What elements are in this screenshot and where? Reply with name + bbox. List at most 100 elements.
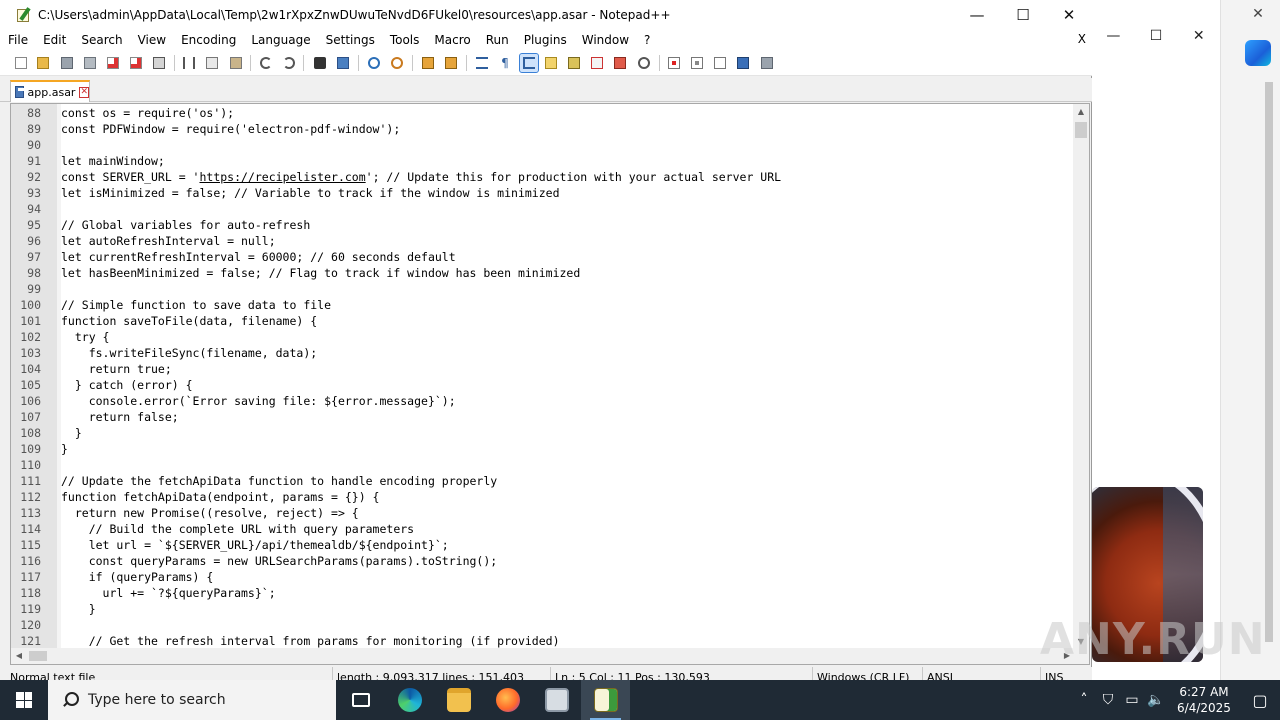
tab-app-asar[interactable]: app.asar ✕ bbox=[10, 80, 90, 102]
code-text[interactable]: const SERVER_URL = 'https://recipelister… bbox=[61, 169, 781, 185]
menu-language[interactable]: Language bbox=[243, 33, 317, 47]
open-file-icon[interactable] bbox=[34, 54, 52, 72]
code-line[interactable]: 114 // Build the complete URL with query… bbox=[11, 521, 1075, 537]
code-text[interactable]: try { bbox=[61, 329, 110, 345]
code-text[interactable]: return true; bbox=[61, 361, 172, 377]
code-line[interactable]: 118 url += `?${queryParams}`; bbox=[11, 585, 1075, 601]
run-macro-multiple-icon[interactable] bbox=[734, 54, 752, 72]
code-text[interactable]: } bbox=[61, 425, 82, 441]
code-line[interactable]: 103 fs.writeFileSync(filename, data); bbox=[11, 345, 1075, 361]
word-wrap-icon[interactable] bbox=[473, 54, 491, 72]
close-all-icon[interactable] bbox=[127, 54, 145, 72]
code-line[interactable]: 101 function saveToFile(data, filename) { bbox=[11, 313, 1075, 329]
taskbar-search-box[interactable]: Type here to search bbox=[48, 680, 336, 720]
start-button[interactable] bbox=[0, 680, 48, 720]
code-text[interactable]: // Build the complete URL with query par… bbox=[61, 521, 414, 537]
user-defined-language-icon[interactable] bbox=[542, 54, 560, 72]
code-line[interactable]: 104 return true; bbox=[11, 361, 1075, 377]
chevron-up-icon[interactable]: ˄ bbox=[1072, 680, 1096, 720]
indent-guide-icon[interactable] bbox=[519, 53, 539, 73]
code-text[interactable]: let isMinimized = false; // Variable to … bbox=[61, 185, 560, 201]
document-map-icon[interactable] bbox=[565, 54, 583, 72]
sidebar-scrollbar-thumb[interactable] bbox=[1265, 82, 1273, 642]
code-text[interactable]: function saveToFile(data, filename) { bbox=[61, 313, 317, 329]
editor-pane[interactable]: 88 const os = require('os'); 89 const PDFWi… bbox=[10, 103, 1090, 665]
code-line[interactable]: 111 // Update the fetchApiData function t… bbox=[11, 473, 1075, 489]
menu-run[interactable]: Run bbox=[478, 33, 516, 47]
paste-icon[interactable] bbox=[227, 54, 245, 72]
task-view-button[interactable] bbox=[336, 680, 385, 720]
volume-icon[interactable]: 🔈 bbox=[1144, 680, 1168, 720]
record-macro-icon[interactable] bbox=[665, 54, 683, 72]
undo-icon[interactable] bbox=[257, 54, 275, 72]
code-text[interactable]: // Simple function to save data to file bbox=[61, 297, 331, 313]
print-icon[interactable] bbox=[150, 54, 168, 72]
horizontal-scrollbar-thumb[interactable] bbox=[29, 651, 47, 661]
playback-macro-icon[interactable] bbox=[711, 54, 729, 72]
menu-file[interactable]: File bbox=[0, 33, 35, 47]
code-text[interactable]: return false; bbox=[61, 409, 179, 425]
code-line[interactable]: 89 const PDFWindow = require('electron-pd… bbox=[11, 121, 1075, 137]
menu-help[interactable]: ? bbox=[636, 33, 657, 47]
taskbar-notepad-plus-plus[interactable] bbox=[581, 680, 630, 720]
code-line[interactable]: 99 bbox=[11, 281, 1075, 297]
security-icon[interactable]: ⛉ bbox=[1096, 680, 1120, 720]
code-text[interactable]: // Update the fetchApiData function to h… bbox=[61, 473, 497, 489]
code-line[interactable]: 121 // Get the refresh interval from par… bbox=[11, 633, 1075, 649]
code-line[interactable]: 108 } bbox=[11, 425, 1075, 441]
code-line[interactable]: 94 bbox=[11, 201, 1075, 217]
function-list-icon[interactable] bbox=[588, 54, 606, 72]
code-text[interactable]: // Get the refresh interval from params … bbox=[61, 633, 560, 649]
monitoring-icon[interactable] bbox=[635, 54, 653, 72]
code-line[interactable]: 102 try { bbox=[11, 329, 1075, 345]
horizontal-scrollbar[interactable]: ◀ ▶ bbox=[11, 648, 1075, 664]
menu-search[interactable]: Search bbox=[73, 33, 129, 47]
taskbar-clock[interactable]: 6:27 AM 6/4/2025 bbox=[1168, 684, 1240, 716]
code-line[interactable]: 95 // Global variables for auto-refresh bbox=[11, 217, 1075, 233]
taskbar-app[interactable] bbox=[532, 680, 581, 720]
code-text[interactable]: const os = require('os'); bbox=[61, 105, 234, 121]
cut-icon[interactable] bbox=[180, 54, 198, 72]
code-line[interactable]: 91 let mainWindow; bbox=[11, 153, 1075, 169]
code-line[interactable]: 98 let hasBeenMinimized = false; // Flag … bbox=[11, 265, 1075, 281]
sync-horizontal-scroll-icon[interactable] bbox=[442, 54, 460, 72]
code-text[interactable]: fs.writeFileSync(filename, data); bbox=[61, 345, 318, 361]
code-line[interactable]: 93 let isMinimized = false; // Variable t… bbox=[11, 185, 1075, 201]
code-line[interactable]: 97 let currentRefreshInterval = 60000; //… bbox=[11, 249, 1075, 265]
save-icon[interactable] bbox=[58, 54, 76, 72]
sidebar-close-button[interactable]: ✕ bbox=[1246, 6, 1270, 26]
menu-window[interactable]: Window bbox=[574, 33, 636, 47]
code-text[interactable]: // Global variables for auto-refresh bbox=[61, 217, 310, 233]
sidebar-scrollbar[interactable] bbox=[1262, 70, 1276, 670]
taskbar-edge[interactable] bbox=[385, 680, 434, 720]
vertical-scrollbar-thumb[interactable] bbox=[1075, 122, 1087, 138]
code-text[interactable]: console.error(`Error saving file: ${erro… bbox=[61, 393, 456, 409]
close-button[interactable]: ✕ bbox=[1046, 0, 1092, 30]
menu-tools[interactable]: Tools bbox=[382, 33, 427, 47]
code-line[interactable]: 120 bbox=[11, 617, 1075, 633]
code-text[interactable]: let hasBeenMinimized = false; // Flag to… bbox=[61, 265, 580, 281]
code-text[interactable]: if (queryParams) { bbox=[61, 569, 214, 585]
background-maximize-button[interactable]: ☐ bbox=[1135, 20, 1178, 52]
code-text[interactable]: } bbox=[61, 441, 68, 457]
code-line[interactable]: 116 const queryParams = new URLSearchPar… bbox=[11, 553, 1075, 569]
code-text[interactable]: let currentRefreshInterval = 60000; // 6… bbox=[61, 249, 456, 265]
redo-icon[interactable] bbox=[280, 54, 298, 72]
code-text[interactable]: url += `?${queryParams}`; bbox=[61, 585, 276, 601]
menu-settings[interactable]: Settings bbox=[318, 33, 382, 47]
stop-recording-icon[interactable] bbox=[688, 54, 706, 72]
code-line[interactable]: 115 let url = `${SERVER_URL}/api/themeal… bbox=[11, 537, 1075, 553]
code-line[interactable]: 88 const os = require('os'); bbox=[11, 105, 1075, 121]
show-all-characters-icon[interactable]: ¶ bbox=[496, 54, 514, 72]
zoom-out-icon[interactable] bbox=[388, 54, 406, 72]
scroll-left-arrow-icon[interactable]: ◀ bbox=[11, 648, 27, 664]
close-file-icon[interactable] bbox=[104, 54, 122, 72]
code-text[interactable]: let mainWindow; bbox=[61, 153, 165, 169]
code-line[interactable]: 112 function fetchApiData(endpoint, param… bbox=[11, 489, 1075, 505]
code-text[interactable]: } catch (error) { bbox=[61, 377, 193, 393]
maximize-button[interactable]: ☐ bbox=[1000, 0, 1046, 30]
menu-macro[interactable]: Macro bbox=[426, 33, 477, 47]
menu-view[interactable]: View bbox=[130, 33, 173, 47]
code-text[interactable]: return new Promise((resolve, reject) => … bbox=[61, 505, 359, 521]
new-file-icon[interactable] bbox=[12, 54, 30, 72]
